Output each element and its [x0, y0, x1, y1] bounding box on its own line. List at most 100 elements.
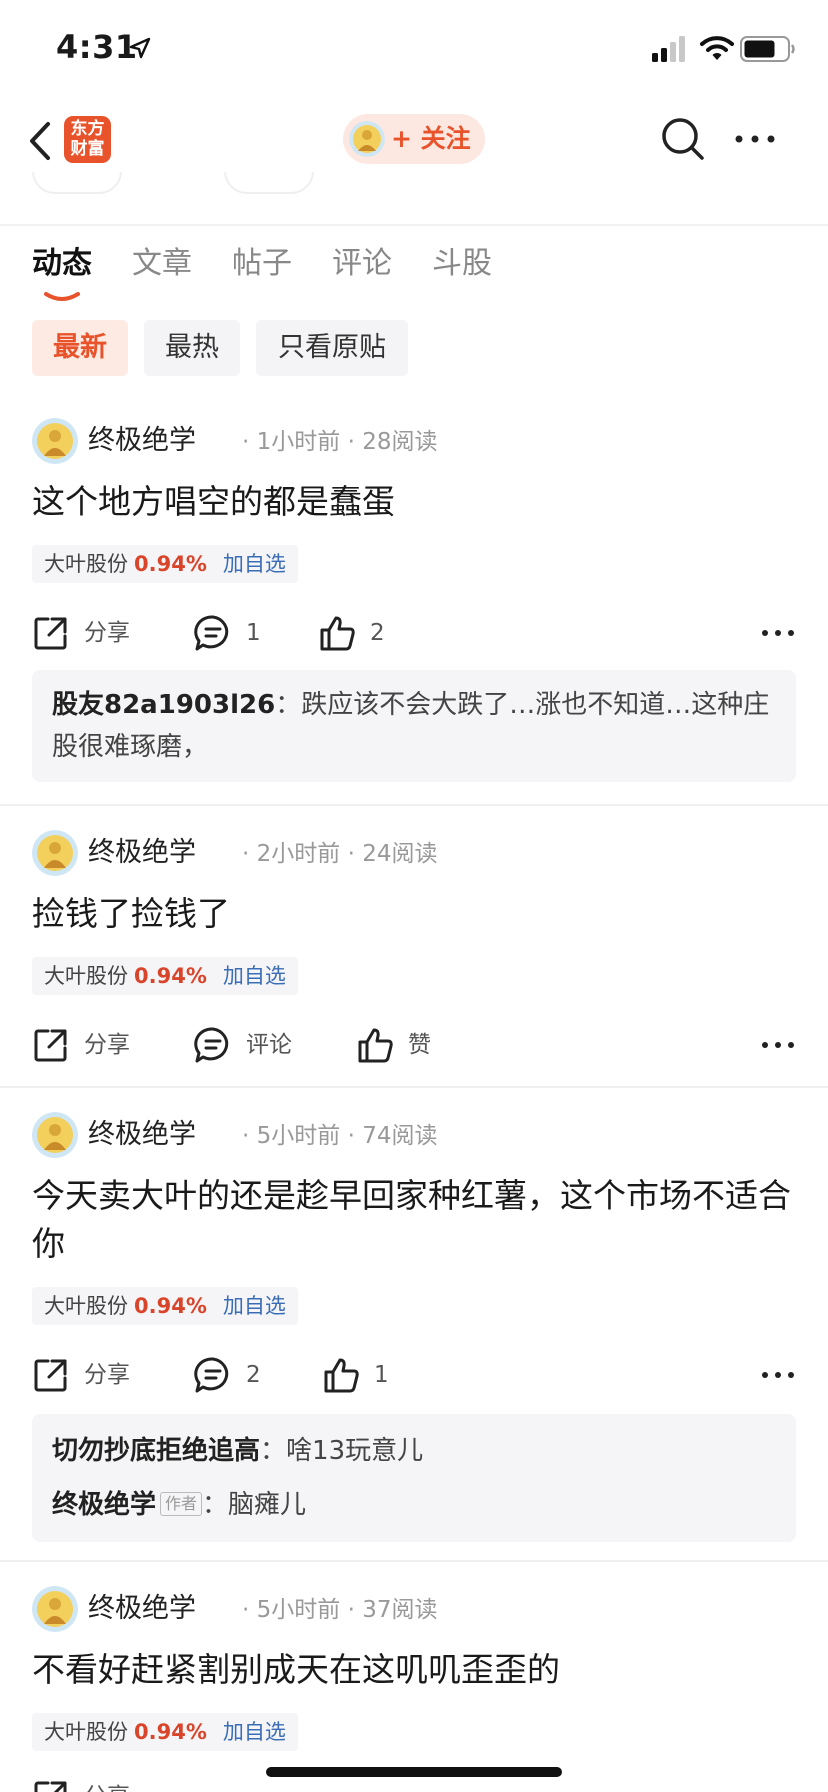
stock-change: 0.94% [134, 1720, 207, 1744]
comment-icon [194, 1357, 229, 1393]
author-avatar[interactable] [32, 1586, 78, 1632]
author-avatar[interactable] [32, 418, 78, 464]
tab-dynamics[interactable]: 动态 [32, 244, 92, 284]
thumbs-up-icon [358, 1028, 393, 1063]
more-options-icon[interactable] [760, 1030, 796, 1060]
comment-button[interactable]: 1 [194, 610, 284, 656]
stock-name: 大叶股份 [44, 1720, 128, 1744]
reply-username[interactable]: 股友82a1903l26 [52, 690, 275, 720]
stock-chip[interactable]: 大叶股份 0.94% 加自选 [32, 1713, 298, 1751]
reply-line: 终极绝学 作者 ：脑瘫儿 [52, 1478, 776, 1532]
share-icon [34, 1029, 67, 1062]
post-meta: · 5小时前 · 37阅读 [242, 1597, 438, 1623]
reply-separator: ： [275, 690, 302, 720]
reply-separator: ： [202, 1490, 229, 1520]
app-logo[interactable]: 东方 财富 [64, 116, 111, 163]
like-button[interactable]: 赞 [356, 1022, 446, 1068]
comment-count: 2 [246, 1362, 261, 1388]
status-time: 4:31 [56, 28, 138, 66]
post-header: 终极绝学 · 1小时前 · 28阅读 [32, 418, 792, 466]
author-avatar[interactable] [32, 1112, 78, 1158]
comment-icon [194, 615, 229, 651]
stock-change: 0.94% [134, 964, 207, 988]
share-button[interactable]: 分享 [32, 1352, 142, 1398]
share-button[interactable]: 分享 [32, 1774, 142, 1792]
post-actions: 分享 评论 赞 [32, 1022, 796, 1068]
add-watchlist-link[interactable]: 加自选 [223, 1720, 286, 1744]
like-button[interactable]: 2 [318, 610, 408, 656]
like-label: 赞 [408, 1032, 431, 1058]
add-watchlist-link[interactable]: 加自选 [223, 964, 286, 988]
author-avatar[interactable] [32, 830, 78, 876]
tab-articles[interactable]: 文章 [132, 244, 192, 284]
author-badge: 作者 [160, 1492, 203, 1516]
comment-button[interactable]: 评论 [194, 1022, 304, 1068]
tab-stock-battle[interactable]: 斗股 [432, 244, 492, 284]
comment-count: 1 [246, 620, 261, 646]
post-header: 终极绝学 · 5小时前 · 74阅读 [32, 1112, 792, 1160]
reply-line: 股友82a1903l26：跌应该不会大跌了…涨也不知道…这种庄股很难琢磨， [52, 684, 776, 768]
filter-latest[interactable]: 最新 [32, 320, 128, 376]
follow-button[interactable]: + 关注 [343, 114, 485, 164]
reply-preview[interactable]: 切勿抄底拒绝追高：啥13玩意儿 终极绝学 作者 ：脑瘫儿 [32, 1414, 796, 1542]
post-title[interactable]: 这个地方唱空的都是蠢蛋 [32, 478, 796, 526]
status-bar: 4:31 [0, 0, 828, 100]
thumbs-up-icon [320, 616, 355, 651]
active-tab-indicator [44, 292, 80, 301]
stock-chip[interactable]: 大叶股份 0.94% 加自选 [32, 957, 298, 995]
post-title[interactable]: 不看好赶紧割别成天在这叽叽歪歪的 [32, 1646, 796, 1694]
search-icon[interactable] [660, 116, 706, 162]
logo-text-top: 东方 [70, 119, 105, 139]
post-meta: · 5小时前 · 74阅读 [242, 1123, 438, 1149]
like-button[interactable]: 1 [322, 1352, 412, 1398]
reply-username[interactable]: 终极绝学 [52, 1490, 156, 1520]
follow-label: + 关注 [391, 124, 471, 153]
divider [0, 1086, 828, 1088]
tab-posts[interactable]: 帖子 [232, 244, 292, 284]
more-options-icon[interactable] [760, 618, 796, 648]
comment-button[interactable]: 2 [194, 1352, 284, 1398]
share-label: 分享 [84, 1032, 130, 1058]
post-actions: 分享 1 2 [32, 610, 796, 656]
stock-chip[interactable]: 大叶股份 0.94% 加自选 [32, 1287, 298, 1325]
post-header: 终极绝学 · 2小时前 · 24阅读 [32, 830, 792, 878]
reply-preview[interactable]: 股友82a1903l26：跌应该不会大跌了…涨也不知道…这种庄股很难琢磨， [32, 670, 796, 782]
share-button[interactable]: 分享 [32, 1022, 142, 1068]
author-name[interactable]: 终极绝学 [88, 1590, 196, 1628]
stock-change: 0.94% [134, 552, 207, 576]
share-button[interactable]: 分享 [32, 610, 142, 656]
post-title[interactable]: 今天卖大叶的还是趁早回家种红薯，这个市场不适合你 [32, 1172, 796, 1268]
home-indicator[interactable] [266, 1767, 562, 1777]
more-options-icon[interactable] [760, 1360, 796, 1390]
stock-name: 大叶股份 [44, 964, 128, 988]
tab-comments[interactable]: 评论 [332, 244, 392, 284]
author-avatar [349, 121, 385, 157]
stock-chip[interactable]: 大叶股份 0.94% 加自选 [32, 545, 298, 583]
post-meta: · 1小时前 · 28阅读 [242, 429, 438, 455]
add-watchlist-link[interactable]: 加自选 [223, 552, 286, 576]
wifi-icon [700, 36, 734, 60]
like-count: 1 [374, 1362, 389, 1388]
add-watchlist-link[interactable]: 加自选 [223, 1294, 286, 1318]
share-label: 分享 [84, 620, 130, 646]
filter-original-only[interactable]: 只看原贴 [256, 320, 408, 376]
logo-text-bottom: 财富 [70, 139, 105, 159]
like-count: 2 [370, 620, 385, 646]
thumbs-up-icon [324, 1358, 359, 1393]
reply-username[interactable]: 切勿抄底拒绝追高 [52, 1436, 260, 1466]
peek-pill [224, 172, 314, 194]
post-title[interactable]: 捡钱了捡钱了 [32, 890, 796, 938]
share-label: 分享 [84, 1780, 130, 1792]
author-name[interactable]: 终极绝学 [88, 422, 196, 460]
filter-hottest[interactable]: 最热 [144, 320, 240, 376]
author-name[interactable]: 终极绝学 [88, 1116, 196, 1154]
cellular-signal-icon [652, 36, 685, 62]
divider [0, 1560, 828, 1562]
divider [0, 804, 828, 806]
more-options-icon[interactable] [732, 124, 778, 154]
stock-name: 大叶股份 [44, 1294, 128, 1318]
back-chevron-icon[interactable] [24, 118, 56, 164]
post-meta: · 2小时前 · 24阅读 [242, 841, 438, 867]
author-name[interactable]: 终极绝学 [88, 834, 196, 872]
comment-icon [194, 1027, 229, 1063]
